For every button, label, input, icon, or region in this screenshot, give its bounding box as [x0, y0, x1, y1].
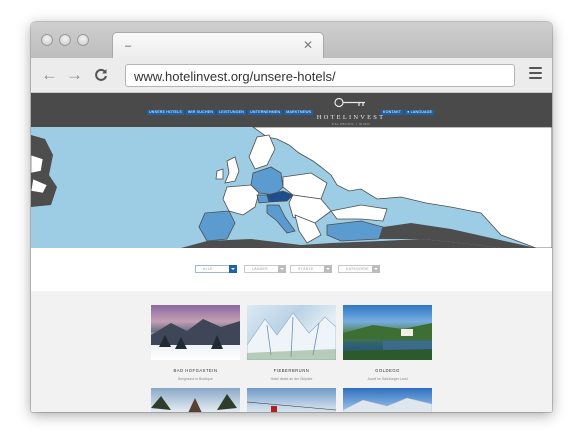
- hotel-name: FIEBERBRUNN: [273, 368, 310, 373]
- browser-tab[interactable]: – ✕: [112, 32, 324, 59]
- minimize-window-button[interactable]: [59, 34, 71, 46]
- forward-arrow-icon[interactable]: →: [66, 65, 83, 85]
- utility-nav: KONTAKT ● LANGUAGE: [381, 110, 435, 115]
- site-logo[interactable]: HOTELINVEST SALZBURG | WIEN: [311, 95, 391, 126]
- hotel-name: BAD HOFGASTEIN: [173, 368, 218, 373]
- page-viewport: HOTELINVEST SALZBURG | WIEN UNSERE HOTEL…: [31, 93, 552, 412]
- main-nav: UNSERE HOTELS WIR SUCHEN LEISTUNGEN UNTE…: [147, 110, 314, 115]
- nav-item-leistungen[interactable]: LEISTUNGEN: [217, 110, 247, 115]
- hotel-description: Juwel im Salzburger Land: [367, 377, 408, 381]
- hotel-card[interactable]: GOLDEGG Juwel im Salzburger Land: [343, 305, 432, 381]
- hotel-image-goldegg[interactable]: [343, 305, 432, 360]
- filter-kategorie-dropdown-icon[interactable]: [372, 265, 380, 273]
- filter-alle[interactable]: ALLE: [195, 265, 237, 273]
- nav-item-unsere-hotels[interactable]: UNSERE HOTELS: [147, 110, 184, 115]
- logo-brand: HOTELINVEST: [316, 114, 386, 121]
- hotel-card[interactable]: [247, 388, 336, 412]
- site-header: HOTELINVEST SALZBURG | WIEN UNSERE HOTEL…: [31, 93, 552, 127]
- filter-staedte-label: STÄDTE: [298, 267, 314, 271]
- address-bar[interactable]: www.hotelinvest.org/unsere-hotels/: [125, 64, 515, 87]
- filter-alle-label: ALLE: [203, 267, 213, 271]
- filter-laender-label: LÄNDER: [252, 267, 268, 271]
- hotel-image-4[interactable]: [151, 388, 240, 412]
- filter-laender[interactable]: LÄNDER: [244, 265, 286, 273]
- browser-window: – ✕ ← → www.hotelinvest.org/unsere-hotel…: [31, 22, 552, 412]
- close-window-button[interactable]: [41, 34, 53, 46]
- hotel-card[interactable]: [343, 388, 432, 412]
- hotel-card[interactable]: BAD HOFGASTEIN Bergmund in Boutique: [151, 305, 240, 381]
- tab-strip: – ✕: [31, 22, 552, 59]
- hotel-image-6[interactable]: [343, 388, 432, 412]
- hotel-card[interactable]: FIEBERBRUNN Hotel direkt an der Skipiste: [247, 305, 336, 381]
- hotel-image-fieberbrunn[interactable]: [247, 305, 336, 360]
- nav-item-marktnews[interactable]: MARKTNEWS: [284, 110, 314, 115]
- tab-close-icon[interactable]: ✕: [303, 38, 313, 52]
- filter-kategorie-label: KATEGORIE: [346, 267, 369, 271]
- reload-icon[interactable]: [94, 65, 108, 88]
- zoom-window-button[interactable]: [77, 34, 89, 46]
- filter-alle-dropdown-icon[interactable]: [229, 265, 237, 273]
- hotel-image-5[interactable]: [247, 388, 336, 412]
- nav-item-wir-suchen[interactable]: WIR SUCHEN: [185, 110, 216, 115]
- back-arrow-icon[interactable]: ←: [41, 65, 58, 85]
- url-text: www.hotelinvest.org/unsere-hotels/: [134, 69, 336, 84]
- logo-subtitle: SALZBURG | WIEN: [331, 122, 371, 126]
- nav-item-kontakt[interactable]: KONTAKT: [381, 110, 404, 115]
- filter-laender-dropdown-icon[interactable]: [278, 265, 286, 273]
- hotel-grid: BAD HOFGASTEIN Bergmund in Boutique FIEB…: [31, 291, 552, 412]
- nav-item-unternehmen[interactable]: UNTERNEHMEN: [248, 110, 283, 115]
- filter-kategorie[interactable]: KATEGORIE: [338, 265, 380, 273]
- filter-bar: ALLE LÄNDER STÄDTE KATEGORIE: [31, 248, 552, 291]
- filter-staedte[interactable]: STÄDTE: [290, 265, 332, 273]
- hotel-card[interactable]: [151, 388, 240, 412]
- menu-icon[interactable]: [529, 67, 542, 79]
- key-icon: [334, 97, 365, 108]
- europe-map[interactable]: [31, 127, 552, 248]
- nav-item-language[interactable]: ● LANGUAGE: [405, 110, 435, 115]
- tab-title: –: [125, 40, 132, 52]
- browser-toolbar: ← → www.hotelinvest.org/unsere-hotels/: [31, 58, 552, 93]
- filter-staedte-dropdown-icon[interactable]: [324, 265, 332, 273]
- hotel-description: Hotel direkt an der Skipiste: [270, 377, 313, 381]
- hotel-description: Bergmund in Boutique: [178, 377, 213, 381]
- hotel-name: GOLDEGG: [375, 368, 400, 373]
- hotel-image-bad-hofgastein[interactable]: [151, 305, 240, 360]
